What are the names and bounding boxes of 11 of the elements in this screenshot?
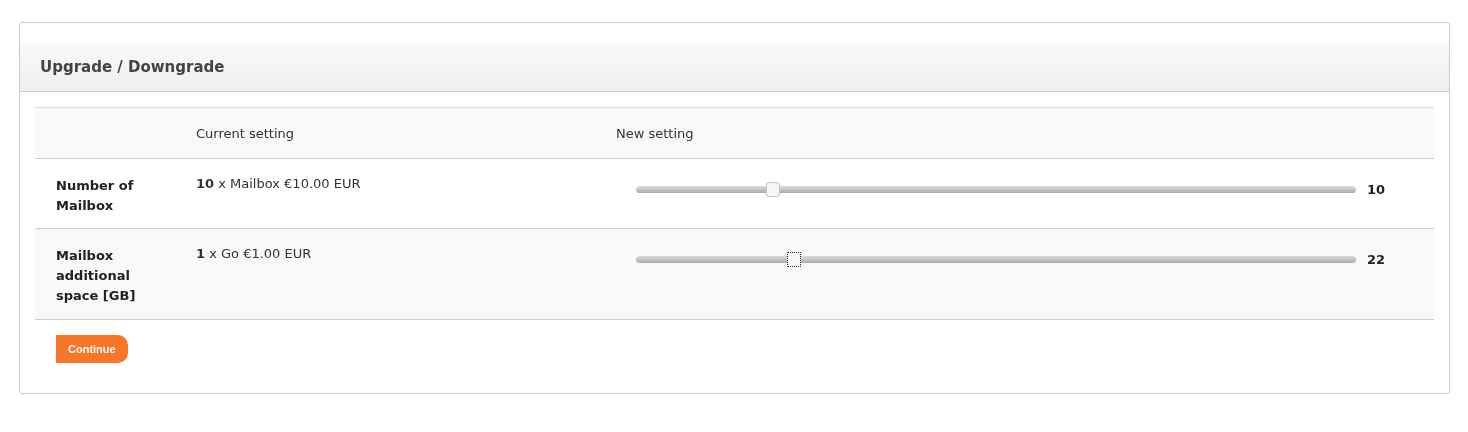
- row-label: Mailbox additional space [GB]: [56, 247, 137, 305]
- row-label: Number of Mailbox: [56, 177, 135, 215]
- continue-button[interactable]: Continue: [56, 335, 128, 363]
- column-header: Current setting: [196, 125, 295, 141]
- current-setting: 10 x Mailbox €10.00 EUR: [196, 176, 361, 191]
- current-setting: 1 x Go €1.00 EUR: [196, 246, 312, 261]
- slider-value: 10: [1367, 182, 1386, 197]
- column-header: New setting: [616, 125, 694, 141]
- slider-thumb[interactable]: [787, 252, 802, 267]
- panel-title: Upgrade / Downgrade: [40, 58, 225, 76]
- slider-value: 22: [1367, 252, 1386, 267]
